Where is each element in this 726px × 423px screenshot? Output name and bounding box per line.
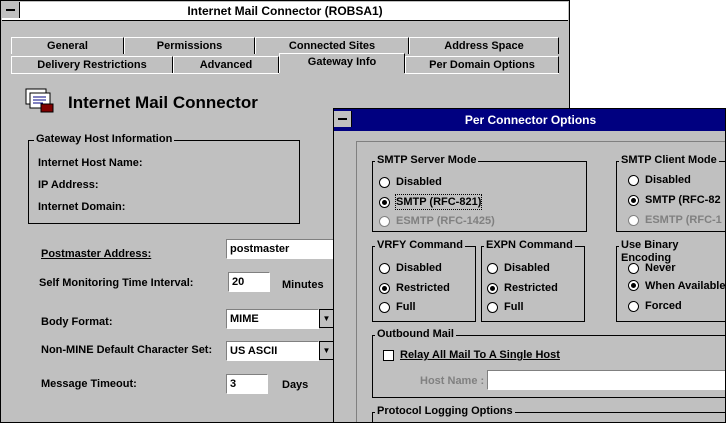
vrfy-restricted-label: Restricted: [396, 282, 450, 294]
postmaster-input[interactable]: postmaster: [226, 239, 336, 259]
per-connector-dialog: Per Connector Options SMTP Server Mode D…: [333, 108, 726, 423]
smtp-client-disabled-radio[interactable]: [628, 175, 639, 186]
body-format-label: Body Format:: [41, 316, 113, 328]
smtp-server-disabled-label: Disabled: [396, 176, 442, 188]
expn-title: EXPN Command: [484, 239, 575, 252]
binary-never-radio[interactable]: [628, 263, 639, 274]
expn-restricted-label: Restricted: [504, 282, 558, 294]
smtp-server-esmtp-label: ESMTP (RFC-1425): [396, 215, 495, 227]
protocol-logging-title: Protocol Logging Options: [375, 405, 515, 418]
tab-general[interactable]: General: [11, 37, 124, 54]
charset-select[interactable]: US ASCII: [226, 341, 319, 361]
binary-never-label: Never: [645, 262, 676, 274]
binary-when-available-label: When Available: [645, 280, 726, 292]
page-heading: Internet Mail Connector: [68, 93, 258, 112]
charset-dropdown-icon[interactable]: ▼: [319, 341, 334, 360]
smtp-client-esmtp-radio[interactable]: [628, 215, 639, 226]
outbound-mail-title: Outbound Mail: [375, 328, 456, 341]
expn-restricted-radio[interactable]: [487, 283, 498, 294]
body-format-dropdown-icon[interactable]: ▼: [319, 309, 334, 328]
relay-label: Relay All Mail To A Single Host: [400, 349, 560, 361]
smtp-client-smtp-label: SMTP (RFC-82: [645, 194, 721, 206]
smtp-server-disabled-radio[interactable]: [379, 177, 390, 188]
gateway-group-title: Gateway Host Information: [34, 133, 175, 146]
smtp-server-smtp-label: SMTP (RFC-821): [394, 194, 483, 210]
binary-when-available-radio[interactable]: [628, 280, 639, 291]
main-title-bar[interactable]: Internet Mail Connector (ROBSA1): [2, 2, 568, 21]
tab-advanced[interactable]: Advanced: [173, 56, 279, 73]
charset-label: Non-MINE Default Character Set:: [41, 344, 213, 356]
smtp-client-smtp-radio[interactable]: [628, 195, 639, 206]
host-name-label: Internet Host Name:: [38, 157, 143, 169]
smtp-server-title: SMTP Server Mode: [375, 154, 479, 167]
smtp-server-esmtp-radio[interactable]: [379, 216, 390, 227]
monitor-interval-input[interactable]: 20: [228, 272, 270, 292]
tab-panel-edge: [405, 73, 559, 74]
monitor-unit-label: Minutes: [282, 279, 324, 291]
tab-address-space[interactable]: Address Space: [409, 37, 559, 54]
vrfy-full-label: Full: [396, 301, 416, 313]
body-format-select[interactable]: MIME: [226, 309, 319, 329]
vrfy-full-radio[interactable]: [379, 302, 390, 313]
timeout-unit-label: Days: [282, 379, 309, 391]
expn-full-radio[interactable]: [487, 302, 498, 313]
binary-forced-radio[interactable]: [628, 301, 639, 312]
tab-connected-sites[interactable]: Connected Sites: [255, 37, 409, 54]
dialog-title: Per Connector Options: [464, 113, 597, 127]
dialog-title-bar[interactable]: Per Connector Options: [334, 109, 725, 131]
tab-delivery-restrictions[interactable]: Delivery Restrictions: [11, 56, 173, 73]
smtp-client-disabled-label: Disabled: [645, 174, 691, 186]
expn-full-label: Full: [504, 301, 524, 313]
binary-forced-label: Forced: [645, 300, 682, 312]
expn-disabled-radio[interactable]: [487, 263, 498, 274]
vrfy-title: VRFY Command: [375, 239, 465, 252]
timeout-input[interactable]: 3: [226, 374, 268, 394]
tab-panel-edge: [11, 73, 279, 74]
system-menu-icon[interactable]: [2, 2, 20, 18]
smtp-client-title: SMTP Client Mode: [619, 154, 719, 167]
main-window-title: Internet Mail Connector (ROBSA1): [187, 4, 383, 18]
vrfy-disabled-label: Disabled: [396, 262, 442, 274]
vrfy-disabled-radio[interactable]: [379, 263, 390, 274]
ip-address-label: IP Address:: [38, 179, 99, 191]
dialog-system-menu-icon[interactable]: [334, 111, 352, 127]
expn-disabled-label: Disabled: [504, 262, 550, 274]
smtp-client-esmtp-label: ESMTP (RFC-1: [645, 214, 722, 226]
monitor-interval-label: Self Monitoring Time Interval:: [39, 277, 194, 289]
mail-connector-icon: [23, 86, 55, 114]
internet-domain-label: Internet Domain:: [38, 201, 126, 213]
tab-permissions[interactable]: Permissions: [124, 37, 255, 54]
host-name-field-label: Host Name :: [420, 375, 485, 387]
relay-checkbox[interactable]: [383, 350, 394, 361]
timeout-label: Message Timeout:: [41, 378, 137, 390]
smtp-server-smtp-radio[interactable]: [379, 197, 390, 208]
vrfy-restricted-radio[interactable]: [379, 283, 390, 294]
postmaster-label: Postmaster Address:: [41, 248, 152, 260]
tab-per-domain-options[interactable]: Per Domain Options: [405, 56, 559, 73]
tab-gateway-info[interactable]: Gateway Info: [279, 53, 405, 73]
host-name-input[interactable]: [487, 370, 725, 390]
